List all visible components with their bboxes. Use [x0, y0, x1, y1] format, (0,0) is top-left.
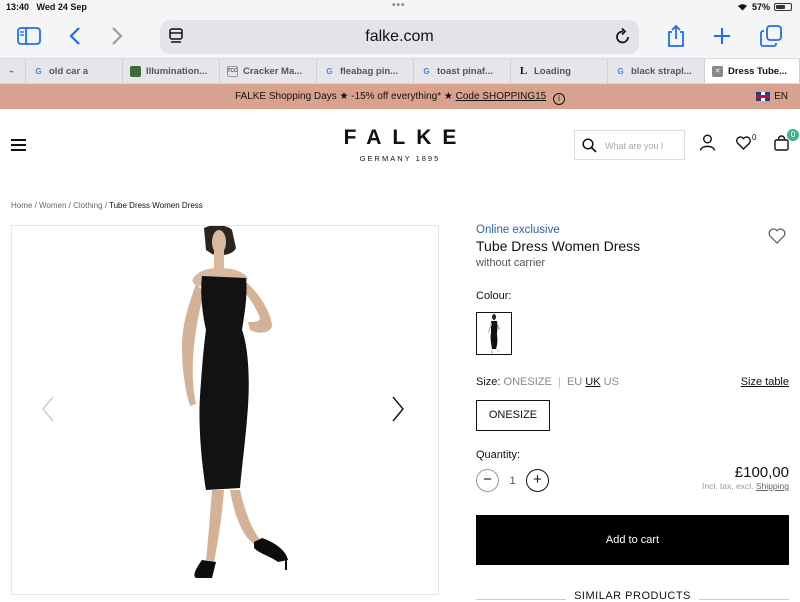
online-exclusive-badge: Online exclusive — [476, 224, 560, 236]
size-system-eu[interactable]: EU — [567, 376, 582, 388]
back-icon[interactable] — [62, 24, 88, 48]
colour-label: Colour: — [476, 290, 512, 302]
multitask-dots-icon[interactable]: ••• — [392, 0, 406, 11]
tab-label: fleabag pin... — [340, 65, 399, 77]
wishlist-icon[interactable] — [736, 136, 751, 155]
size-value: ONESIZE — [503, 376, 552, 388]
colour-swatch-black[interactable] — [476, 312, 512, 355]
quantity-value: 1 — [509, 474, 516, 487]
menu-icon[interactable] — [11, 139, 26, 154]
previous-image-arrow[interactable] — [42, 396, 54, 427]
add-to-cart-button[interactable]: Add to cart — [476, 515, 789, 565]
browser-tab[interactable]: TCC Cracker Ma... — [220, 59, 317, 83]
browser-tab[interactable]: Illumination... — [123, 59, 220, 83]
battery-icon — [774, 3, 792, 11]
browser-tab[interactable]: Gblack strapl... — [608, 59, 705, 83]
breadcrumb-current: Tube Dress Women Dress — [109, 201, 203, 210]
product-details: Online exclusive Tube Dress Women Dress … — [476, 224, 789, 269]
brand-name: FALKE — [343, 126, 468, 149]
sidebar-icon[interactable] — [16, 24, 42, 48]
tab-label: black strapl... — [631, 65, 692, 77]
tax-note: Incl. tax, excl. Shipping — [702, 481, 789, 491]
tab-label: old car a — [49, 65, 89, 77]
size-table-link[interactable]: Size table — [741, 376, 789, 388]
browser-tab[interactable]: ⌁ — [0, 59, 26, 83]
promo-code-link[interactable]: Code SHOPPING15 — [456, 91, 547, 102]
wishlist-count: 0 — [752, 133, 757, 142]
bird-favicon-icon: ⌁ — [9, 66, 14, 76]
size-system-uk[interactable]: UK — [585, 376, 600, 388]
language-selector[interactable]: EN — [756, 91, 788, 102]
quantity-stepper: − 1 + — [476, 469, 549, 492]
browser-tab[interactable]: Gfleabag pin... — [317, 59, 414, 83]
tab-active[interactable]: ✕ Dress Tube... — [705, 59, 800, 83]
size-system-us[interactable]: US — [604, 376, 619, 388]
quantity-decrease-button[interactable]: − — [476, 469, 499, 492]
add-to-wishlist-heart-icon[interactable] — [768, 228, 786, 249]
quantity-increase-button[interactable]: + — [526, 469, 549, 492]
info-icon[interactable]: i — [553, 93, 566, 105]
google-g-icon: G — [35, 66, 42, 76]
product-title: Tube Dress Women Dress — [476, 238, 641, 254]
product-subtitle: without carrier — [476, 257, 546, 269]
breadcrumb-home[interactable]: Home — [11, 201, 32, 210]
new-tab-icon[interactable] — [709, 24, 735, 48]
next-image-arrow[interactable] — [392, 396, 404, 427]
breadcrumb: Home / Women / Clothing / Tube Dress Wom… — [11, 201, 203, 210]
breadcrumb-clothing[interactable]: Clothing — [73, 201, 102, 210]
reload-icon[interactable] — [615, 27, 631, 50]
browser-tab[interactable]: Gtoast pinaf... — [414, 59, 511, 83]
size-option-onesize[interactable]: ONESIZE — [476, 400, 550, 431]
tab-label: toast pinaf... — [437, 65, 493, 77]
product-photo — [182, 226, 288, 578]
product-price: £100,00 — [734, 464, 789, 481]
battery-percent: 57% — [751, 2, 770, 12]
falke-logo[interactable]: FALKE GERMANY 1895 — [330, 126, 470, 163]
wifi-icon — [737, 4, 747, 11]
tab-label: Cracker Ma... — [243, 65, 303, 77]
url-text: falke.com — [365, 28, 434, 45]
forward-icon[interactable] — [104, 24, 130, 48]
image-favicon-icon — [130, 65, 141, 77]
status-bar: 13:40 Wed 24 Sep ••• 57% — [0, 0, 800, 14]
promo-text: FALKE Shopping Days ★ -15% off everythin… — [234, 91, 453, 102]
search-placeholder: What are you l — [605, 141, 664, 151]
tcc-favicon-icon: TCC — [227, 65, 238, 77]
similar-products-heading: SIMILAR PRODUCTS — [476, 590, 789, 602]
status-time: 13:40 Wed 24 Sep — [6, 2, 87, 12]
site-header: FALKE GERMANY 1895 What are you l 0 0 — [0, 109, 800, 184]
browser-tab[interactable]: Gold car a — [26, 59, 123, 83]
L-favicon-icon: L — [519, 65, 528, 77]
language-label: EN — [774, 91, 788, 102]
tab-label: Illumination... — [146, 65, 208, 77]
uk-flag-icon — [756, 92, 771, 101]
product-image-gallery[interactable] — [11, 225, 439, 595]
cart-count-badge: 0 — [787, 129, 799, 141]
google-g-icon: G — [423, 66, 430, 76]
promo-banner: FALKE Shopping Days ★ -15% off everythin… — [0, 84, 800, 109]
tab-label: Dress Tube... — [728, 65, 787, 77]
search-icon — [582, 138, 597, 153]
tab-overview-icon[interactable] — [758, 24, 784, 48]
share-icon[interactable] — [663, 24, 689, 48]
brand-tagline: GERMANY 1895 — [359, 154, 441, 163]
quantity-label: Quantity: — [476, 449, 521, 461]
tab-bar: ⌁ Gold car a Illumination... TCC Cracker Ma.… — [0, 58, 800, 84]
google-g-icon: G — [326, 66, 333, 76]
size-label: Size: — [476, 376, 501, 388]
breadcrumb-women[interactable]: Women — [39, 201, 66, 210]
account-icon[interactable] — [699, 134, 716, 156]
size-row: Size: ONESIZE | EU UK US Size table — [476, 376, 789, 388]
cart-icon[interactable] — [774, 135, 789, 156]
browser-toolbar: falke.com — [0, 14, 800, 58]
close-icon-icon[interactable]: ✕ — [712, 65, 723, 77]
search-input[interactable]: What are you l — [574, 130, 685, 160]
google-g-icon: G — [617, 66, 624, 76]
shipping-link[interactable]: Shipping — [756, 481, 789, 491]
address-bar[interactable]: falke.com — [160, 20, 639, 54]
tab-label: Loading — [534, 65, 571, 77]
browser-tab[interactable]: L Loading — [511, 59, 608, 83]
